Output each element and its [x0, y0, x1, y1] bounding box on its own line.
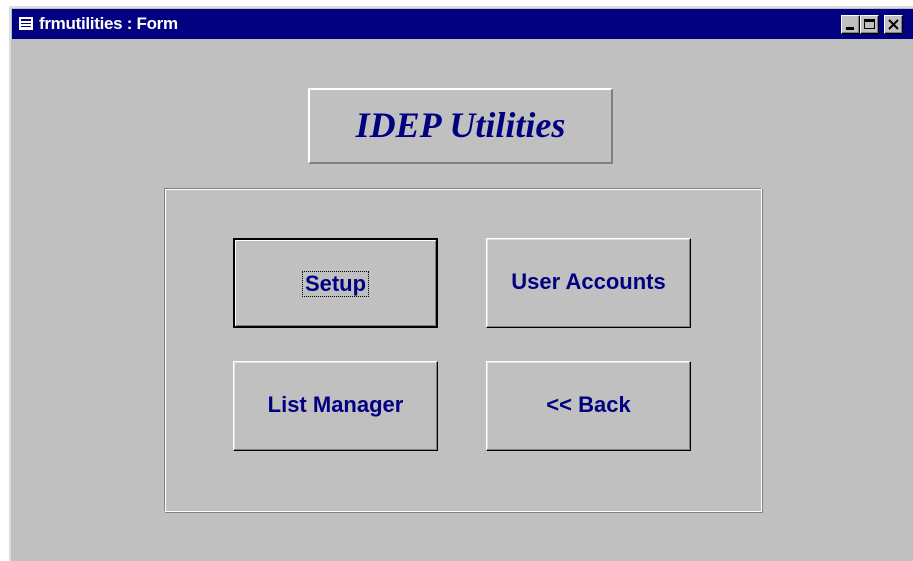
back-button[interactable]: << Back [486, 361, 691, 451]
close-icon [888, 19, 899, 30]
user-accounts-button-label: User Accounts [511, 269, 666, 294]
window-title: frmutilities : Form [39, 14, 178, 33]
form-heading: IDEP Utilities [308, 88, 613, 164]
form-body: IDEP Utilities Setup User Accounts List … [13, 41, 911, 561]
setup-button[interactable]: Setup [233, 238, 438, 328]
title-bar[interactable]: frmutilities : Form [12, 9, 913, 39]
minimize-button[interactable] [841, 15, 860, 34]
list-manager-button-label: List Manager [267, 392, 404, 417]
user-accounts-button[interactable]: User Accounts [486, 238, 691, 328]
back-button-label: << Back [546, 392, 631, 417]
form-window: frmutilities : Form IDEP Utilities Setup… [9, 6, 913, 561]
form-icon[interactable] [19, 17, 33, 30]
setup-button-label: Setup [301, 271, 370, 298]
button-panel [164, 188, 762, 512]
list-manager-button[interactable]: List Manager [233, 361, 438, 451]
close-button[interactable] [884, 15, 903, 34]
maximize-button[interactable] [860, 15, 879, 34]
